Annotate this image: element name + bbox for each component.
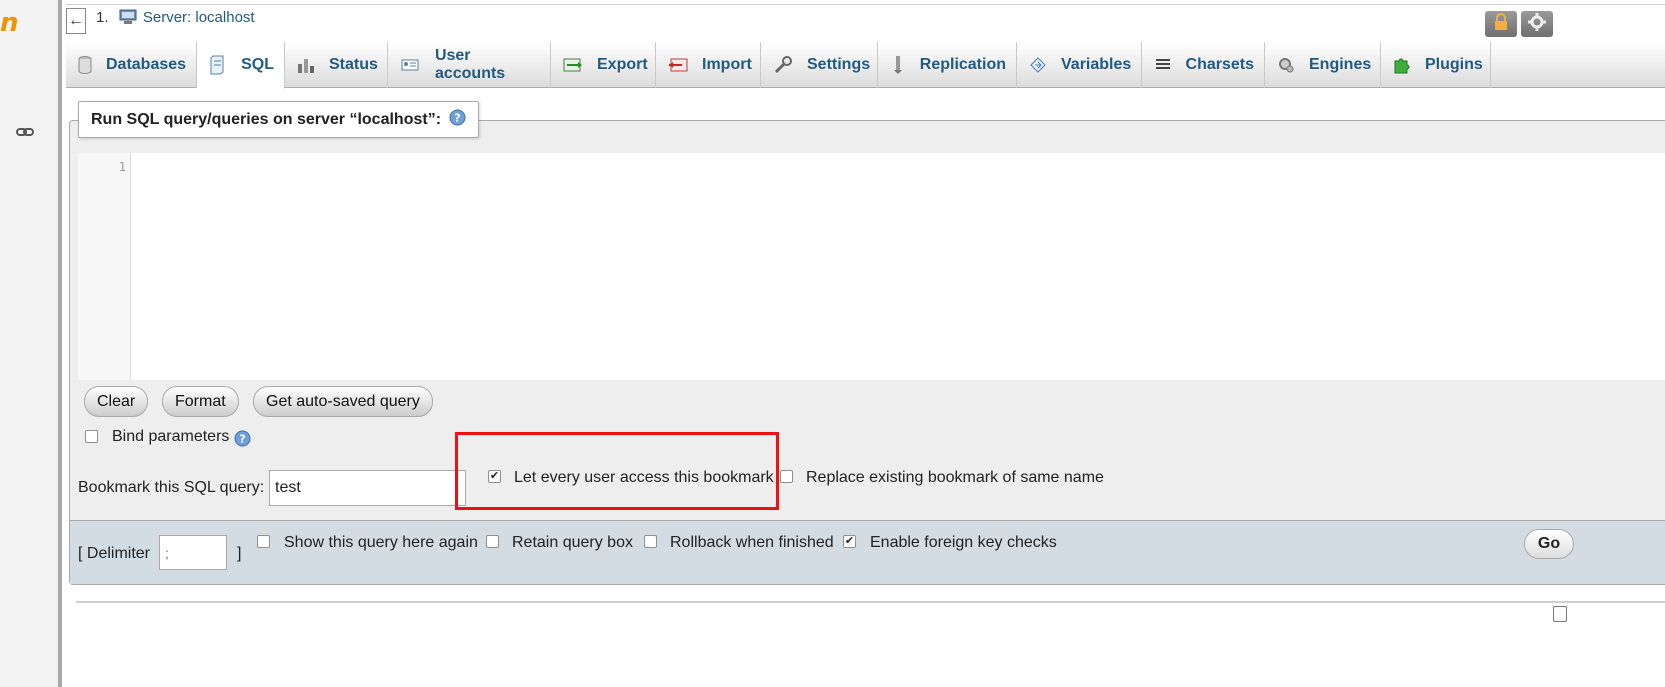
- editor-gutter: 1: [78, 153, 131, 380]
- rollback-label: Rollback when finished: [670, 534, 834, 551]
- help-icon[interactable]: ?: [234, 430, 251, 452]
- replace-bookmark-label: Replace existing bookmark of same name: [806, 469, 1104, 486]
- retain-query-box-label: Retain query box: [512, 534, 633, 551]
- tab-label: Plugins: [1425, 56, 1483, 73]
- tab-variables[interactable]: Variables: [1017, 42, 1142, 88]
- tab-label: Status: [329, 56, 378, 73]
- main-tabs: Databases SQL Status User accounts Expor…: [66, 42, 1665, 89]
- lock-button[interactable]: [1485, 11, 1517, 37]
- go-button[interactable]: Go: [1524, 529, 1574, 559]
- server-topbar: ← 1. Server: localhost: [66, 4, 1665, 37]
- show-query-checkbox[interactable]: [257, 535, 270, 548]
- tab-engines[interactable]: Engines: [1265, 42, 1381, 88]
- sql-editor[interactable]: 1: [78, 153, 1665, 380]
- tab-label: Charsets: [1185, 56, 1254, 73]
- puzzle-icon: [1393, 55, 1411, 75]
- status-icon: [297, 55, 315, 75]
- tab-label: SQL: [241, 56, 274, 73]
- svg-text:?: ?: [454, 111, 460, 124]
- sql-icon: [209, 55, 227, 75]
- charsets-icon: [1154, 55, 1172, 75]
- tab-label: Replication: [919, 56, 1006, 73]
- database-icon: [78, 55, 92, 75]
- query-options-bar: [70, 520, 1665, 584]
- highlight-annotation: [455, 432, 779, 510]
- tab-replication[interactable]: Replication: [878, 42, 1017, 88]
- foreign-key-checks-label: Enable foreign key checks: [870, 534, 1057, 551]
- bind-parameters-checkbox[interactable]: [85, 430, 98, 443]
- clear-button[interactable]: Clear: [84, 386, 149, 417]
- query-form-legend: Run SQL query/queries on server “localho…: [78, 101, 480, 138]
- tab-charsets[interactable]: Charsets: [1142, 42, 1265, 88]
- breadcrumb-index: 1.: [96, 9, 109, 26]
- delimiter-input[interactable]: [159, 535, 227, 570]
- foreign-key-checks-checkbox[interactable]: ✔: [843, 535, 856, 548]
- replace-bookmark-checkbox[interactable]: [780, 470, 793, 483]
- console-icon[interactable]: [1553, 606, 1567, 622]
- tab-sql[interactable]: SQL: [197, 42, 285, 89]
- retain-query-box-checkbox[interactable]: [486, 535, 499, 548]
- user-accounts-icon: [400, 55, 421, 75]
- tab-export[interactable]: Export: [551, 42, 656, 88]
- rollback-checkbox[interactable]: [644, 535, 657, 548]
- gear-icon: [1528, 12, 1546, 36]
- bookmark-label: Bookmark this SQL query:: [78, 479, 265, 496]
- engines-icon: [1277, 55, 1295, 75]
- get-auto-saved-query-button[interactable]: Get auto-saved query: [253, 386, 433, 417]
- tab-databases[interactable]: Databases: [66, 42, 197, 88]
- tab-label: Export: [597, 56, 648, 73]
- tab-label: User accounts: [434, 47, 506, 82]
- phpmyadmin-logo[interactable]: n: [0, 8, 19, 38]
- tab-label: Variables: [1061, 56, 1132, 73]
- bookmark-name-input[interactable]: [269, 470, 466, 506]
- collapse-nav-button[interactable]: ←: [66, 8, 86, 34]
- link-icon[interactable]: [16, 124, 34, 142]
- wrench-icon: [773, 55, 793, 75]
- tab-label: Import: [702, 56, 752, 73]
- show-query-label: Show this query here again: [284, 534, 478, 551]
- import-icon: [668, 55, 688, 75]
- server-link[interactable]: Server: localhost: [143, 9, 255, 26]
- tab-settings[interactable]: Settings: [761, 42, 878, 88]
- tab-status[interactable]: Status: [285, 42, 388, 88]
- svg-text:?: ?: [239, 433, 245, 446]
- bind-parameters-label: Bind parameters: [112, 428, 230, 445]
- format-button[interactable]: Format: [162, 386, 239, 417]
- tab-label: Engines: [1309, 56, 1372, 73]
- settings-button[interactable]: [1521, 11, 1553, 37]
- server-icon: [119, 9, 137, 29]
- help-icon[interactable]: ?: [449, 109, 466, 131]
- delimiter-label: [ Delimiter: [78, 545, 151, 562]
- delimiter-close-bracket: ]: [237, 545, 242, 562]
- variables-icon: [1029, 55, 1047, 75]
- replication-icon: [890, 55, 906, 75]
- export-icon: [563, 55, 583, 75]
- divider: [76, 601, 1665, 603]
- legend-text: Run SQL query/queries on server “localho…: [91, 110, 442, 128]
- tab-user-accounts[interactable]: User accounts: [388, 42, 551, 88]
- tab-label: Settings: [807, 56, 871, 73]
- tab-import[interactable]: Import: [656, 42, 761, 88]
- breadcrumb: 1. Server: localhost: [96, 9, 255, 29]
- tab-label: Databases: [106, 56, 187, 73]
- tab-plugins[interactable]: Plugins: [1381, 42, 1491, 88]
- lock-icon: [1493, 12, 1509, 36]
- navigation-panel: n: [0, 0, 62, 687]
- line-number: 1: [118, 160, 126, 174]
